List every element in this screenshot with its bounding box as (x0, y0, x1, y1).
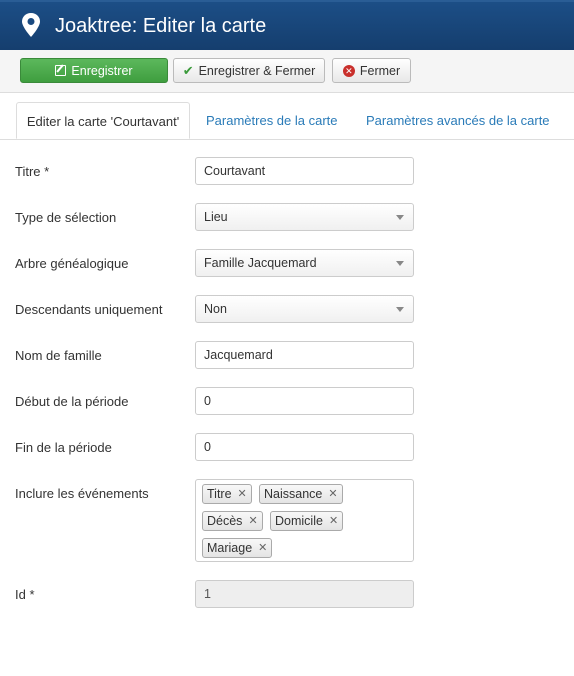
chip-label: Titre (207, 487, 232, 501)
type-selection-select[interactable]: Lieu (195, 203, 414, 231)
descendants-select[interactable]: Non (195, 295, 414, 323)
event-chip-naissance: Naissance ✕ (259, 484, 343, 504)
event-chip-titre: Titre ✕ (202, 484, 252, 504)
chip-label: Domicile (275, 514, 323, 528)
type-selection-label: Type de sélection (15, 210, 117, 225)
tab-map-settings[interactable]: Paramètres de la carte (206, 102, 338, 139)
close-button-label: Fermer (359, 63, 401, 78)
save-button[interactable]: Enregistrer (20, 58, 168, 83)
toolbar: Enregistrer ✔ Enregistrer & Fermer ✕ Fer… (0, 50, 574, 93)
dropdown-arrow-icon (396, 261, 404, 266)
evenements-multiselect[interactable]: Titre ✕ Naissance ✕ Décès ✕ Domicile ✕ M… (195, 479, 414, 562)
evenements-label: Inclure les événements (15, 486, 149, 501)
remove-chip-icon[interactable]: ✕ (328, 485, 337, 503)
page-title: Joaktree: Editer la carte (55, 15, 267, 37)
titre-input[interactable]: Courtavant (195, 157, 414, 185)
map-marker-icon (22, 13, 40, 37)
id-input: 1 (195, 580, 414, 608)
arbre-select[interactable]: Famille Jacquemard (195, 249, 414, 277)
arbre-label: Arbre généalogique (15, 256, 129, 271)
event-chip-deces: Décès ✕ (202, 511, 263, 531)
close-icon: ✕ (342, 64, 355, 77)
page-header: Joaktree: Editer la carte (0, 0, 574, 50)
arbre-value: Famille Jacquemard (204, 256, 317, 270)
nom-famille-label: Nom de famille (15, 348, 102, 363)
tab-edit-map[interactable]: Editer la carte 'Courtavant' (16, 102, 190, 139)
chip-label: Mariage (207, 541, 253, 555)
close-button[interactable]: ✕ Fermer (332, 58, 411, 83)
remove-chip-icon[interactable]: ✕ (238, 485, 247, 503)
check-icon: ✔ (182, 62, 194, 78)
tab-bar: Editer la carte 'Courtavant' Paramètres … (0, 102, 574, 140)
nom-famille-input[interactable]: Jacquemard (195, 341, 414, 369)
save-and-close-label: Enregistrer & Fermer (198, 63, 316, 78)
descendants-label: Descendants uniquement (15, 302, 163, 317)
event-chip-domicile: Domicile ✕ (270, 511, 344, 531)
remove-chip-icon[interactable]: ✕ (329, 512, 338, 530)
save-button-label: Enregistrer (71, 63, 133, 78)
tab-advanced-settings[interactable]: Paramètres avancés de la carte (366, 102, 550, 139)
event-chip-mariage: Mariage ✕ (202, 538, 273, 558)
chip-label: Décès (207, 514, 243, 528)
dropdown-arrow-icon (396, 215, 404, 220)
chip-label: Naissance (264, 487, 323, 501)
titre-label: Titre * (15, 164, 50, 179)
type-selection-value: Lieu (204, 210, 228, 224)
remove-chip-icon[interactable]: ✕ (248, 512, 257, 530)
save-and-close-button[interactable]: ✔ Enregistrer & Fermer (173, 58, 325, 83)
fin-periode-input[interactable]: 0 (195, 433, 414, 461)
debut-periode-label: Début de la période (15, 394, 129, 409)
id-label: Id * (15, 587, 35, 602)
remove-chip-icon[interactable]: ✕ (258, 539, 267, 557)
dropdown-arrow-icon (396, 307, 404, 312)
debut-periode-input[interactable]: 0 (195, 387, 414, 415)
fin-periode-label: Fin de la période (15, 440, 112, 455)
edit-icon (55, 65, 67, 76)
descendants-value: Non (204, 302, 227, 316)
